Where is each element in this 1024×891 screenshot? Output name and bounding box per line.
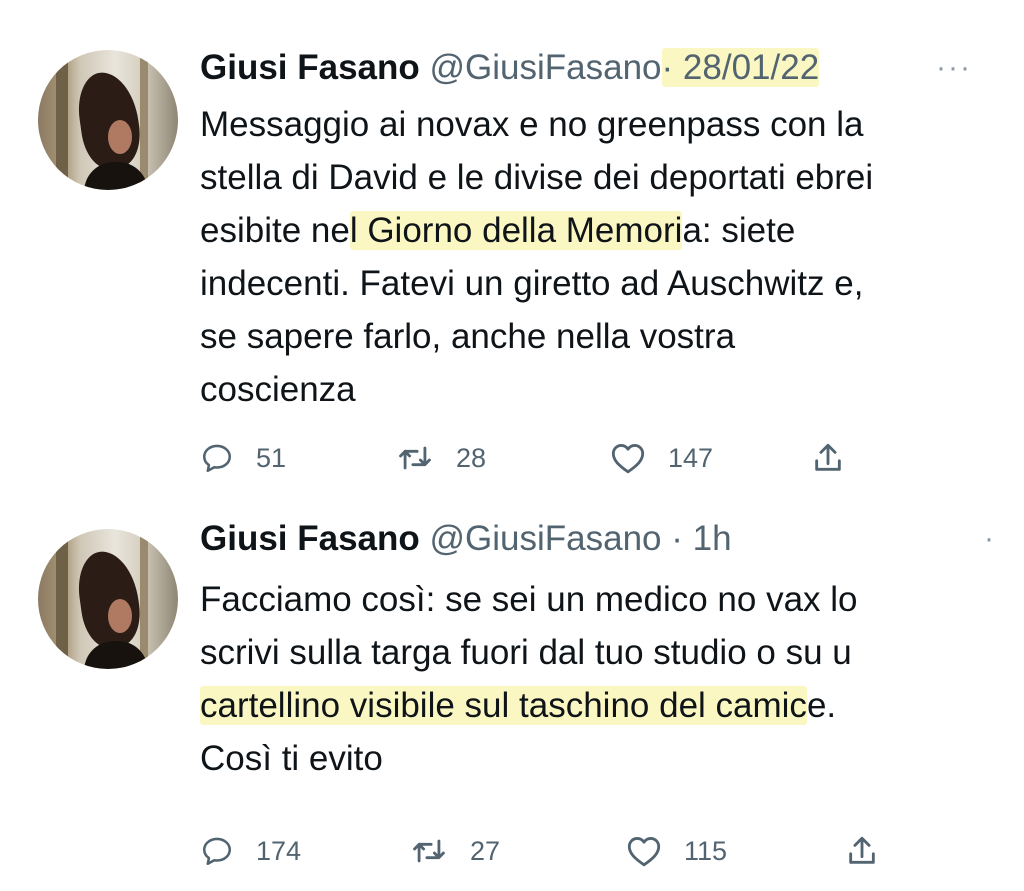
reply-button[interactable]: 174: [200, 829, 301, 873]
share-button[interactable]: [812, 436, 844, 480]
reply-icon: [200, 441, 234, 475]
tweet-header: Giusi Fasano @GiusiFasano · 1h: [200, 517, 732, 561]
text-line: stella di David e le divise dei deportat…: [200, 158, 874, 197]
more-options-icon[interactable]: ···: [936, 46, 972, 90]
author-handle[interactable]: @GiusiFasano: [430, 519, 662, 558]
action-bar: 174 27 115: [200, 829, 880, 873]
retweet-button[interactable]: 27: [410, 829, 500, 873]
tweet-timestamp[interactable]: 28/01/22: [683, 48, 819, 87]
share-icon: [812, 441, 844, 475]
tweet-timestamp[interactable]: 1h: [693, 519, 732, 558]
retweet-count: 28: [456, 442, 487, 473]
text-line: esibite nel Giorno della Memoria: siete: [200, 211, 796, 250]
author-handle[interactable]: @GiusiFasano: [430, 48, 662, 87]
action-bar: 51 28 147: [200, 436, 880, 480]
header-separator: ·: [671, 519, 683, 558]
highlighted-text: cartellino visibile sul taschino del cam…: [200, 686, 807, 725]
text-line: Messaggio ai novax e no greenpass con la: [200, 105, 864, 144]
tweet-text: Facciamo così: se sei un medico no vax l…: [200, 573, 858, 785]
retweet-button[interactable]: 28: [396, 436, 486, 480]
like-button[interactable]: 147: [610, 436, 713, 480]
like-count: 147: [668, 442, 714, 473]
tweet-header: Giusi Fasano @GiusiFasano· 28/01/22: [200, 46, 820, 90]
text-line: Facciamo così: se sei un medico no vax l…: [200, 580, 858, 619]
reply-button[interactable]: 51: [200, 436, 286, 480]
retweet-count: 27: [470, 835, 501, 866]
tweet-text: Messaggio ai novax e no greenpass con la…: [200, 98, 873, 416]
like-icon: [626, 834, 662, 868]
text-line: scrivi sulla targa fuori dal tuo studio …: [200, 633, 852, 672]
highlighted-text: l Giorno della Memori: [349, 211, 683, 250]
like-icon: [610, 441, 646, 475]
reply-count: 174: [256, 835, 302, 866]
author-name[interactable]: Giusi Fasano: [200, 48, 420, 87]
like-button[interactable]: 115: [626, 829, 727, 873]
header-separator: ·: [661, 48, 674, 87]
text-line: se sapere farlo, anche nella vostra: [200, 317, 736, 356]
retweet-icon: [410, 834, 448, 868]
text-line: Così ti evito: [200, 739, 383, 778]
like-count: 115: [684, 835, 728, 866]
share-button[interactable]: [846, 829, 878, 873]
text-line: coscienza: [200, 370, 356, 409]
retweet-icon: [396, 441, 434, 475]
avatar[interactable]: [38, 50, 178, 190]
reply-count: 51: [256, 442, 287, 473]
author-name[interactable]: Giusi Fasano: [200, 519, 420, 558]
more-options-icon[interactable]: ·: [984, 517, 996, 561]
text-line: indecenti. Fatevi un giretto ad Auschwit…: [200, 264, 864, 303]
tweet[interactable]: Giusi Fasano @GiusiFasano · 1h · Facciam…: [0, 519, 1024, 891]
tweet[interactable]: Giusi Fasano @GiusiFasano· 28/01/22 ··· …: [0, 40, 1024, 480]
text-line: cartellino visibile sul taschino del cam…: [200, 686, 837, 725]
share-icon: [846, 834, 878, 868]
reply-icon: [200, 834, 234, 868]
avatar[interactable]: [38, 529, 178, 669]
